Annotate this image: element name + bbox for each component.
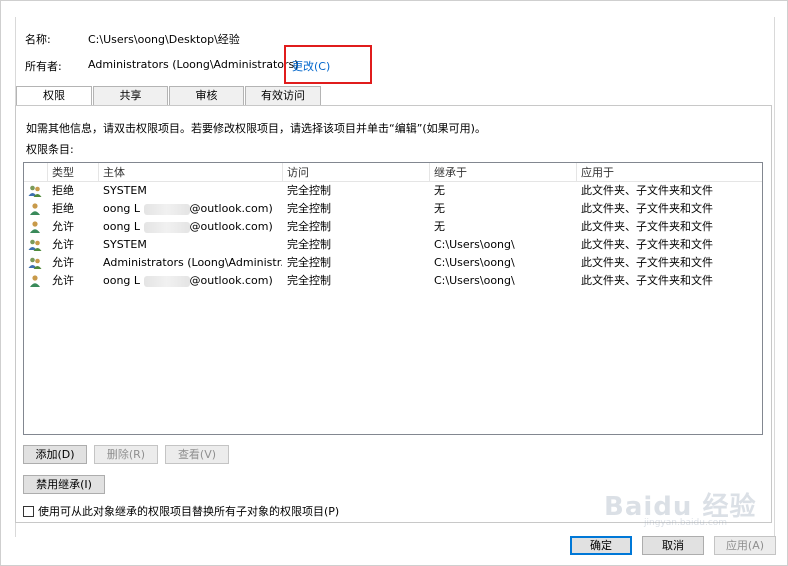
entry-principal: oong L @outlook.com) bbox=[103, 274, 273, 287]
entry-principal: SYSTEM bbox=[103, 184, 147, 197]
entry-access: 完全控制 bbox=[287, 202, 331, 215]
entry-inherited-from: 无 bbox=[434, 184, 445, 197]
entry-inherited-from: 无 bbox=[434, 220, 445, 233]
replace-child-permissions-checkbox[interactable] bbox=[23, 505, 34, 517]
entry-inherited-from: C:\Users\oong\ bbox=[434, 256, 515, 269]
entry-access: 完全控制 bbox=[287, 238, 331, 251]
table-row[interactable]: 允许 oong L @outlook.com) 完全控制 无 此文件夹、子文件夹… bbox=[24, 218, 762, 236]
redacted-text bbox=[143, 221, 190, 233]
tab-strip: 权限 共享 审核 有效访问 bbox=[16, 86, 322, 106]
entry-applies-to: 此文件夹、子文件夹和文件 bbox=[581, 220, 713, 233]
entry-principal: Administrators (Loong\Administr... bbox=[103, 256, 282, 269]
add-button[interactable]: 添加(D) bbox=[23, 445, 87, 464]
entry-applies-to: 此文件夹、子文件夹和文件 bbox=[581, 238, 713, 251]
redacted-text bbox=[143, 203, 190, 215]
entry-type: 拒绝 bbox=[52, 202, 74, 215]
entry-type: 允许 bbox=[52, 274, 74, 287]
entry-inherited-from: C:\Users\oong\ bbox=[434, 238, 515, 251]
owner-label: 所有者: bbox=[25, 60, 62, 73]
entry-inherited-from: C:\Users\oong\ bbox=[434, 274, 515, 287]
tab-sharing[interactable]: 共享 bbox=[93, 86, 168, 105]
table-row[interactable]: 拒绝 oong L @outlook.com) 完全控制 无 此文件夹、子文件夹… bbox=[24, 200, 762, 218]
cancel-button[interactable]: 取消 bbox=[642, 536, 704, 555]
group-icon bbox=[28, 257, 42, 269]
replace-child-permissions-option[interactable]: 使用可从此对象继承的权限项目替换所有子对象的权限项目(P) bbox=[23, 503, 339, 519]
column-header-icon bbox=[24, 163, 48, 182]
entry-applies-to: 此文件夹、子文件夹和文件 bbox=[581, 184, 713, 197]
owner-value: Administrators (Loong\Administrators) bbox=[88, 58, 299, 71]
disable-inheritance-button[interactable]: 禁用继承(I) bbox=[23, 475, 105, 494]
group-icon bbox=[28, 185, 42, 197]
entry-type: 允许 bbox=[52, 220, 74, 233]
entry-inherited-from: 无 bbox=[434, 202, 445, 215]
entry-principal: oong L @outlook.com) bbox=[103, 202, 273, 215]
entry-applies-to: 此文件夹、子文件夹和文件 bbox=[581, 256, 713, 269]
user-icon bbox=[30, 203, 40, 215]
entry-type: 允许 bbox=[52, 256, 74, 269]
entry-applies-to: 此文件夹、子文件夹和文件 bbox=[581, 274, 713, 287]
permission-entries-label: 权限条目: bbox=[26, 143, 74, 156]
entry-access: 完全控制 bbox=[287, 256, 331, 269]
table-row[interactable]: 允许 SYSTEM 完全控制 C:\Users\oong\ 此文件夹、子文件夹和… bbox=[24, 236, 762, 254]
table-row[interactable]: 允许 oong L @outlook.com) 完全控制 C:\Users\oo… bbox=[24, 272, 762, 290]
entry-type: 拒绝 bbox=[52, 184, 74, 197]
group-icon bbox=[28, 239, 42, 251]
entry-access: 完全控制 bbox=[287, 184, 331, 197]
table-row[interactable]: 拒绝 SYSTEM 完全控制 无 此文件夹、子文件夹和文件 bbox=[24, 182, 762, 200]
entry-type: 允许 bbox=[52, 238, 74, 251]
column-header-applies-to[interactable]: 应用于 bbox=[577, 163, 762, 182]
redacted-text bbox=[143, 275, 190, 287]
tab-permissions[interactable]: 权限 bbox=[16, 86, 92, 106]
entry-access: 完全控制 bbox=[287, 274, 331, 287]
permission-entries-table[interactable]: 类型 主体 访问 继承于 应用于 拒绝 SYSTEM 完全控制 无 此文件夹、子… bbox=[23, 162, 763, 435]
tab-effective-access[interactable]: 有效访问 bbox=[245, 86, 321, 105]
entry-applies-to: 此文件夹、子文件夹和文件 bbox=[581, 202, 713, 215]
entry-principal: oong L @outlook.com) bbox=[103, 220, 273, 233]
ok-button[interactable]: 确定 bbox=[570, 536, 632, 555]
table-header: 类型 主体 访问 继承于 应用于 bbox=[24, 163, 762, 182]
highlight-annotation-box bbox=[284, 45, 372, 84]
remove-button[interactable]: 删除(R) bbox=[94, 445, 158, 464]
entry-access: 完全控制 bbox=[287, 220, 331, 233]
column-header-inherited-from[interactable]: 继承于 bbox=[430, 163, 577, 182]
info-text: 如需其他信息，请双击权限项目。若要修改权限项目，请选择该项目并单击“编辑”(如果… bbox=[26, 122, 486, 135]
view-button[interactable]: 查看(V) bbox=[165, 445, 229, 464]
replace-child-permissions-label: 使用可从此对象继承的权限项目替换所有子对象的权限项目(P) bbox=[38, 505, 340, 518]
tab-auditing[interactable]: 审核 bbox=[169, 86, 244, 105]
name-label: 名称: bbox=[25, 33, 51, 46]
user-icon bbox=[30, 275, 40, 287]
apply-button[interactable]: 应用(A) bbox=[714, 536, 776, 555]
column-header-type[interactable]: 类型 bbox=[48, 163, 99, 182]
user-icon bbox=[30, 221, 40, 233]
name-value: C:\Users\oong\Desktop\经验 bbox=[88, 33, 240, 46]
column-header-access[interactable]: 访问 bbox=[283, 163, 430, 182]
column-header-principal[interactable]: 主体 bbox=[99, 163, 283, 182]
table-row[interactable]: 允许 Administrators (Loong\Administr... 完全… bbox=[24, 254, 762, 272]
entry-principal: SYSTEM bbox=[103, 238, 147, 251]
